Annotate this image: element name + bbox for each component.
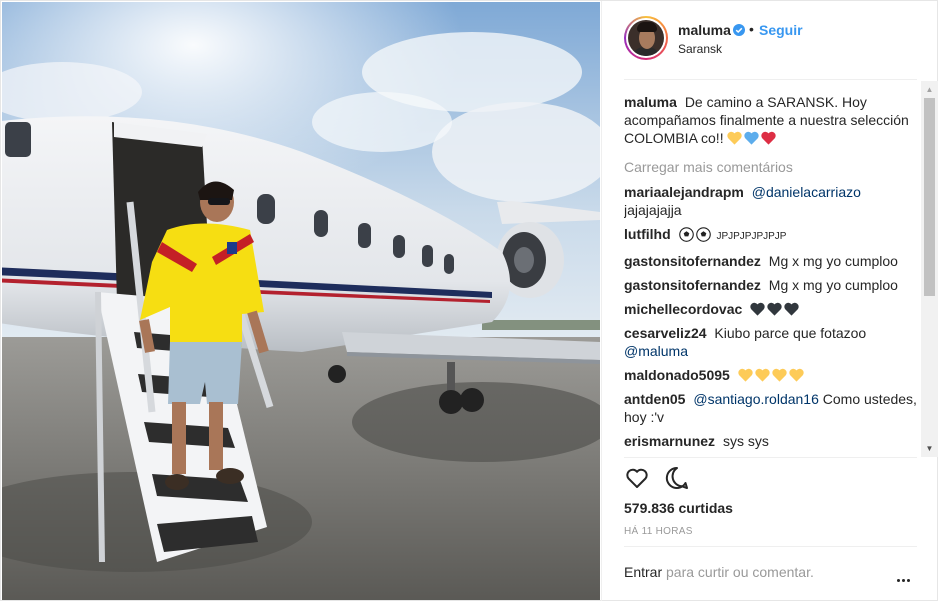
login-hint: para curtir ou comentar. bbox=[666, 564, 814, 580]
header-divider bbox=[624, 79, 917, 80]
post-location[interactable]: Saransk bbox=[678, 42, 722, 56]
comments-list[interactable]: maluma De camino a SARANSK. Hoy acompaña… bbox=[624, 81, 924, 457]
post-photo[interactable] bbox=[2, 2, 600, 600]
comment-bubble-icon[interactable] bbox=[664, 465, 690, 491]
black-heart-icon bbox=[767, 302, 782, 316]
comment-item: cesarveliz24 Kiubo parce que fotazoo @ma… bbox=[624, 324, 924, 360]
login-to-comment: Entrar para curtir ou comentar. bbox=[624, 564, 814, 580]
heart-outline-icon[interactable] bbox=[624, 465, 650, 491]
scrollbar-thumb[interactable] bbox=[924, 98, 935, 296]
like-count[interactable]: 579.836 curtidas bbox=[624, 500, 733, 516]
avatar-image bbox=[628, 20, 664, 56]
yellow-heart-icon bbox=[772, 368, 787, 382]
comment-username[interactable]: lutfilhd bbox=[624, 226, 671, 242]
comment-username[interactable]: erismarnunez bbox=[624, 433, 715, 449]
comment-text: Mg x mg yo cumploo bbox=[768, 277, 898, 293]
yellow-heart-icon bbox=[738, 368, 753, 382]
black-heart-icon bbox=[784, 302, 799, 316]
follow-button[interactable]: Seguir bbox=[759, 22, 803, 38]
post-side-panel: maluma • Seguir Saransk maluma De camino… bbox=[601, 1, 938, 601]
post-author-username[interactable]: maluma bbox=[678, 22, 731, 38]
scroll-up-arrow-icon[interactable]: ▲ bbox=[921, 81, 938, 98]
comment-item: lutfilhd JPJPJPJPJPJP bbox=[624, 225, 924, 246]
profile-avatar[interactable] bbox=[624, 16, 668, 60]
comment-username[interactable]: gastonsitofernandez bbox=[624, 277, 761, 293]
comment-text: Mg x mg yo cumploo bbox=[768, 253, 898, 269]
post-caption: maluma De camino a SARANSK. Hoy acompaña… bbox=[624, 93, 924, 147]
comment-text: Kiubo parce que fotazoo bbox=[714, 325, 867, 341]
comment-username[interactable]: mariaalejandrapm bbox=[624, 184, 744, 200]
comment-item: maldonado5095 bbox=[624, 366, 924, 384]
red-heart-icon bbox=[761, 131, 777, 145]
post-timestamp[interactable]: HÁ 11 HORAS bbox=[624, 526, 693, 537]
yellow-heart-icon bbox=[727, 131, 743, 145]
post-photo-illustration bbox=[2, 2, 600, 600]
soccer-ball-icon bbox=[678, 227, 694, 242]
more-dot bbox=[907, 579, 910, 582]
more-options-icon[interactable] bbox=[897, 569, 917, 582]
more-dot bbox=[897, 579, 900, 582]
comment-item: gastonsitofernandez Mg x mg yo cumploo bbox=[624, 276, 924, 294]
yellow-heart-icon bbox=[755, 368, 770, 382]
comment-item: gastonsitofernandez Mg x mg yo cumploo bbox=[624, 252, 924, 270]
verified-badge-icon bbox=[733, 24, 745, 36]
comment-text: jajajajajja bbox=[624, 202, 682, 218]
more-dot bbox=[902, 579, 905, 582]
comment-username[interactable]: cesarveliz24 bbox=[624, 325, 707, 341]
yellow-heart-icon bbox=[789, 368, 804, 382]
comment-item: antden05 @santiago.roldan16 Como ustedes… bbox=[624, 390, 924, 426]
blue-heart-icon bbox=[744, 131, 760, 145]
comment-username[interactable]: gastonsitofernandez bbox=[624, 253, 761, 269]
comment-mention[interactable]: @santiago.roldan16 bbox=[693, 391, 819, 407]
comment-mention[interactable]: @danielacarriazo bbox=[752, 184, 861, 200]
comment-text: sys sys bbox=[722, 433, 769, 449]
black-heart-icon bbox=[750, 302, 765, 316]
comment-username[interactable]: antden05 bbox=[624, 391, 685, 407]
instagram-post-modal: maluma • Seguir Saransk maluma De camino… bbox=[0, 0, 938, 601]
comment-text: JPJPJPJPJPJP bbox=[716, 231, 787, 242]
comment-username[interactable]: maldonado5095 bbox=[624, 367, 730, 383]
separator-dot: • bbox=[749, 21, 754, 37]
load-more-comments-button[interactable]: Carregar mais comentários bbox=[624, 159, 924, 175]
comments-scrollbar[interactable]: ▲ ▼ bbox=[921, 81, 938, 457]
comments-divider bbox=[624, 457, 917, 458]
login-link[interactable]: Entrar bbox=[624, 564, 662, 580]
caption-username[interactable]: maluma bbox=[624, 94, 677, 110]
avatar-frame bbox=[626, 18, 666, 58]
comment-item: mariaalejandrapm @danielacarriazo jajaja… bbox=[624, 183, 924, 219]
comment-username[interactable]: michellecordovac bbox=[624, 301, 742, 317]
comment-mention[interactable]: @maluma bbox=[624, 343, 688, 359]
soccer-ball-icon bbox=[695, 227, 711, 242]
footer-divider bbox=[624, 546, 917, 547]
avatar-hair-shape bbox=[637, 22, 657, 32]
comment-item: michellecordovac bbox=[624, 300, 924, 318]
comment-item: erismarnunez sys sys bbox=[624, 432, 924, 450]
post-header: maluma • Seguir Saransk bbox=[602, 1, 938, 79]
scroll-down-arrow-icon[interactable]: ▼ bbox=[921, 440, 938, 457]
